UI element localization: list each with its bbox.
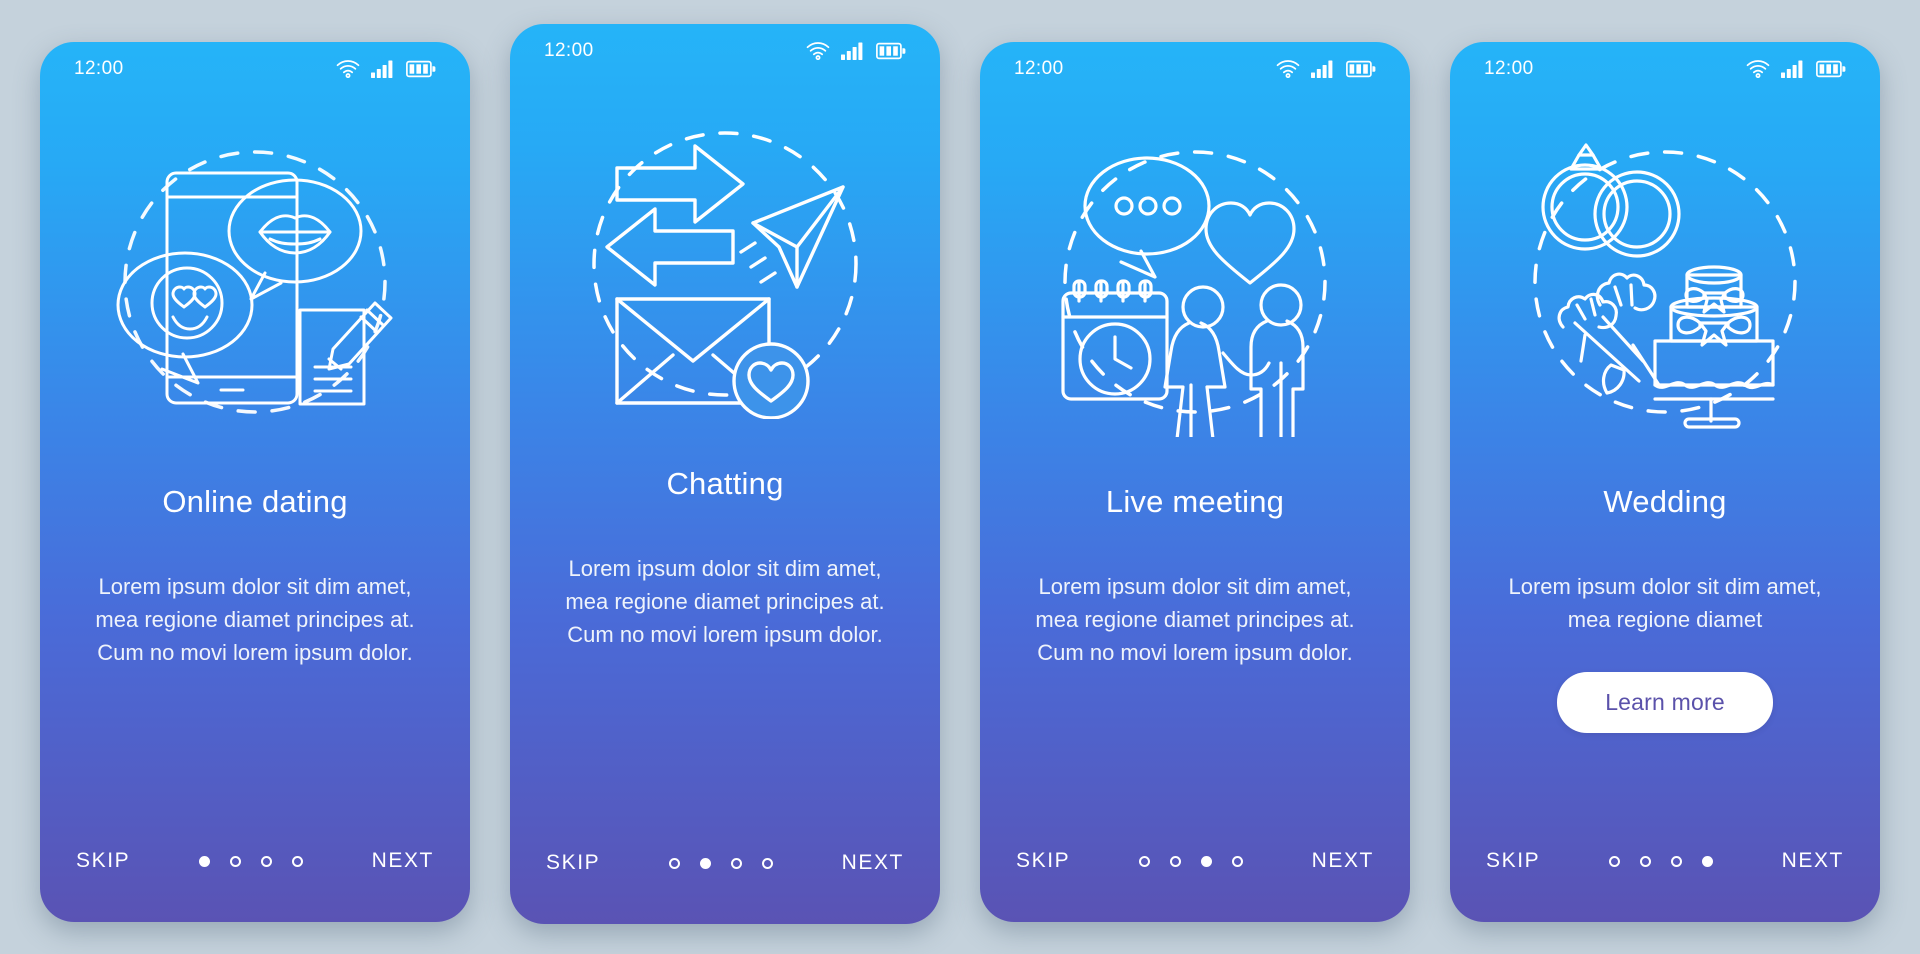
next-button[interactable]: NEXT xyxy=(842,851,904,875)
pagination-dot-3[interactable] xyxy=(1670,855,1682,867)
battery-icon xyxy=(876,42,906,60)
battery-icon xyxy=(1816,60,1846,78)
footer-nav: SKIP NEXT xyxy=(1450,818,1880,922)
skip-button[interactable]: SKIP xyxy=(76,849,130,873)
battery-icon xyxy=(406,60,436,78)
page-description: Lorem ipsum dolor sit dim amet, mea regi… xyxy=(565,556,885,647)
phone-screen-online-dating: 12:00 Online dating Lorem ipsum dolor si… xyxy=(40,42,470,922)
chatting-illustration xyxy=(510,78,940,442)
pagination-dot-1[interactable] xyxy=(198,855,210,867)
online-dating-illustration xyxy=(40,96,470,460)
pagination-dot-4[interactable] xyxy=(291,855,303,867)
pagination-dots xyxy=(668,857,773,869)
status-bar: 12:00 xyxy=(40,42,470,96)
text-block: Chatting Lorem ipsum dolor sit dim amet,… xyxy=(510,442,940,820)
pagination-dots xyxy=(1138,855,1243,867)
phone-screen-wedding: 12:00 Wedding Lorem ipsum dolor sit dim … xyxy=(1450,42,1880,922)
pagination-dot-4[interactable] xyxy=(1701,855,1713,867)
pagination-dot-1[interactable] xyxy=(668,857,680,869)
status-icons xyxy=(1276,60,1376,78)
learn-more-button[interactable]: Learn more xyxy=(1557,672,1773,733)
pagination-dot-2[interactable] xyxy=(1169,855,1181,867)
pagination-dot-3[interactable] xyxy=(730,857,742,869)
page-title: Chatting xyxy=(666,466,784,501)
page-description: Lorem ipsum dolor sit dim amet, mea regi… xyxy=(1508,574,1822,632)
pagination-dot-4[interactable] xyxy=(1231,855,1243,867)
pagination-dot-3[interactable] xyxy=(260,855,272,867)
footer-nav: SKIP NEXT xyxy=(980,818,1410,922)
wifi-icon xyxy=(336,60,360,78)
onboarding-screens-board: 12:00 Online dating Lorem ipsum dolor si… xyxy=(0,0,1920,954)
text-block: Wedding Lorem ipsum dolor sit dim amet, … xyxy=(1450,460,1880,818)
pagination-dot-3[interactable] xyxy=(1200,855,1212,867)
next-button[interactable]: NEXT xyxy=(1782,849,1844,873)
wedding-illustration xyxy=(1450,96,1880,460)
signal-bars-icon xyxy=(1781,60,1805,78)
status-bar: 12:00 xyxy=(980,42,1410,96)
pagination-dot-2[interactable] xyxy=(1639,855,1651,867)
skip-button[interactable]: SKIP xyxy=(1486,849,1540,873)
page-title: Live meeting xyxy=(1105,484,1285,519)
battery-icon xyxy=(1346,60,1376,78)
text-block: Live meeting Lorem ipsum dolor sit dim a… xyxy=(980,460,1410,818)
signal-bars-icon xyxy=(841,42,865,60)
live-meeting-illustration xyxy=(980,96,1410,460)
status-time: 12:00 xyxy=(1014,58,1064,79)
status-time: 12:00 xyxy=(74,58,124,79)
pagination-dots xyxy=(1608,855,1713,867)
phone-screen-live-meeting: 12:00 Live meeting Lorem ipsum dolor sit… xyxy=(980,42,1410,922)
pagination-dot-1[interactable] xyxy=(1138,855,1150,867)
status-icons xyxy=(806,42,906,60)
wifi-icon xyxy=(1746,60,1770,78)
phone-screen-chatting: 12:00 Chatting Lorem ipsum dolor sit dim… xyxy=(510,24,940,924)
skip-button[interactable]: SKIP xyxy=(1016,849,1070,873)
wifi-icon xyxy=(806,42,830,60)
pagination-dots xyxy=(198,855,303,867)
page-title: Wedding xyxy=(1603,484,1727,519)
pagination-dot-2[interactable] xyxy=(229,855,241,867)
next-button[interactable]: NEXT xyxy=(1312,849,1374,873)
status-icons xyxy=(1746,60,1846,78)
footer-nav: SKIP NEXT xyxy=(40,818,470,922)
status-bar: 12:00 xyxy=(1450,42,1880,96)
pagination-dot-1[interactable] xyxy=(1608,855,1620,867)
skip-button[interactable]: SKIP xyxy=(546,851,600,875)
signal-bars-icon xyxy=(1311,60,1335,78)
page-description: Lorem ipsum dolor sit dim amet, mea regi… xyxy=(1035,574,1355,665)
status-icons xyxy=(336,60,436,78)
footer-nav: SKIP NEXT xyxy=(510,820,940,924)
page-description: Lorem ipsum dolor sit dim amet, mea regi… xyxy=(95,574,415,665)
pagination-dot-2[interactable] xyxy=(699,857,711,869)
text-block: Online dating Lorem ipsum dolor sit dim … xyxy=(40,460,470,818)
page-title: Online dating xyxy=(162,484,348,519)
status-bar: 12:00 xyxy=(510,24,940,78)
signal-bars-icon xyxy=(371,60,395,78)
wifi-icon xyxy=(1276,60,1300,78)
next-button[interactable]: NEXT xyxy=(372,849,434,873)
status-time: 12:00 xyxy=(1484,58,1534,79)
status-time: 12:00 xyxy=(544,40,594,61)
pagination-dot-4[interactable] xyxy=(761,857,773,869)
